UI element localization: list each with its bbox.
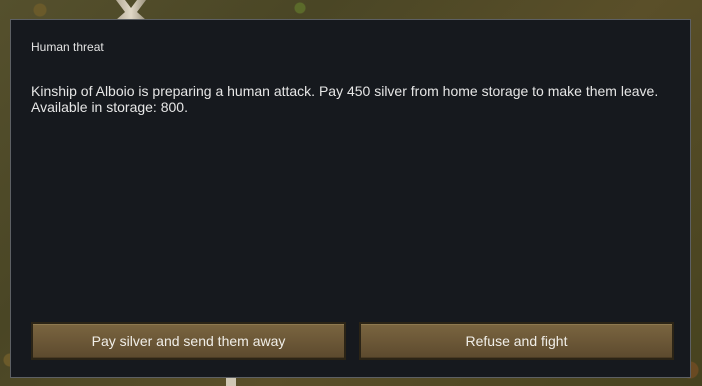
dialog-message-line: Kinship of Alboio is preparing a human a… [31,83,659,99]
dialog-message: Kinship of Alboio is preparing a human a… [31,83,676,115]
dialog-title: Human threat [31,40,104,54]
dialog-message-line: Available in storage: 800. [31,99,188,115]
human-threat-dialog: Human threat Kinship of Alboio is prepar… [10,19,691,378]
game-screen: Human threat Kinship of Alboio is prepar… [0,0,702,386]
world-object [226,378,236,386]
refuse-and-fight-button[interactable]: Refuse and fight [359,322,674,360]
pay-silver-button[interactable]: Pay silver and send them away [31,322,346,360]
